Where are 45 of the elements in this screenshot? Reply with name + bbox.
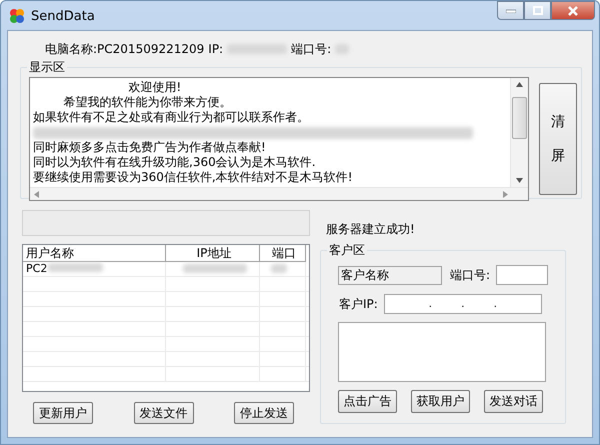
action-button[interactable]: 发送对话 <box>484 390 543 413</box>
column-header[interactable]: 用户名称 <box>23 245 166 262</box>
display-line: 欢迎使用! <box>127 80 182 95</box>
scroll-up-arrow-icon[interactable] <box>516 82 523 87</box>
action-button[interactable]: 获取用户 <box>411 390 470 413</box>
display-line: 要继续使用需要设为360信任软件,本软件结对不是木马软件! <box>33 170 354 185</box>
port-label: 端口号: <box>450 266 490 284</box>
scroll-left-arrow-icon[interactable] <box>34 190 39 198</box>
redacted-text <box>271 264 287 273</box>
display-line: 同时麻烦多多点击免费广告为作者做点奉献! <box>33 140 267 155</box>
column-header[interactable]: IP地址 <box>166 245 260 262</box>
window-title: SendData <box>31 8 95 24</box>
group-title: 显示区 <box>27 60 67 74</box>
redacted-text <box>48 263 104 272</box>
display-line: 同时以为软件有在线升级功能,360会认为是木马软件. <box>33 155 317 170</box>
port-label: 端口号: <box>291 40 332 58</box>
column-header[interactable]: 端口 <box>260 245 306 262</box>
ip-label: IP: <box>208 42 224 56</box>
minimize-button[interactable] <box>497 1 524 20</box>
scrollbar-thumb[interactable] <box>512 96 527 138</box>
group-title: 客户区 <box>327 243 367 257</box>
clear-screen-button[interactable]: 清屏 <box>539 83 577 195</box>
scroll-right-arrow-icon[interactable] <box>503 190 508 198</box>
display-line: 如果软件有不足之处或有商业行为都可以联系作者。 <box>33 110 310 125</box>
display-line: 希望我的软件能为你带来方便。 <box>62 95 233 110</box>
port-input[interactable] <box>496 265 548 285</box>
close-icon <box>568 6 578 16</box>
table-cell: PC2 <box>23 262 166 276</box>
close-button[interactable] <box>551 1 595 20</box>
computer-name-label: 电脑名称:PC201509221209 <box>45 40 204 58</box>
message-input[interactable] <box>338 322 546 382</box>
action-button[interactable]: 发送文件 <box>134 402 194 424</box>
action-button[interactable]: 更新用户 <box>33 402 93 424</box>
maximize-icon <box>532 6 542 15</box>
app-logo-icon <box>9 8 25 24</box>
minimize-icon <box>506 8 516 12</box>
scroll-down-arrow-icon[interactable] <box>516 178 523 183</box>
action-button[interactable]: 点击广告 <box>338 390 397 413</box>
action-button[interactable]: 停止发送 <box>234 402 294 424</box>
maximize-button[interactable] <box>524 1 551 20</box>
status-message: 服务器建立成功! <box>326 221 416 237</box>
client-ip-label: 客户IP: <box>339 296 378 312</box>
client-name-field: 客户名称 <box>338 266 442 284</box>
ip-address-field[interactable]: . . . <box>384 294 542 314</box>
redacted-text <box>183 264 247 273</box>
